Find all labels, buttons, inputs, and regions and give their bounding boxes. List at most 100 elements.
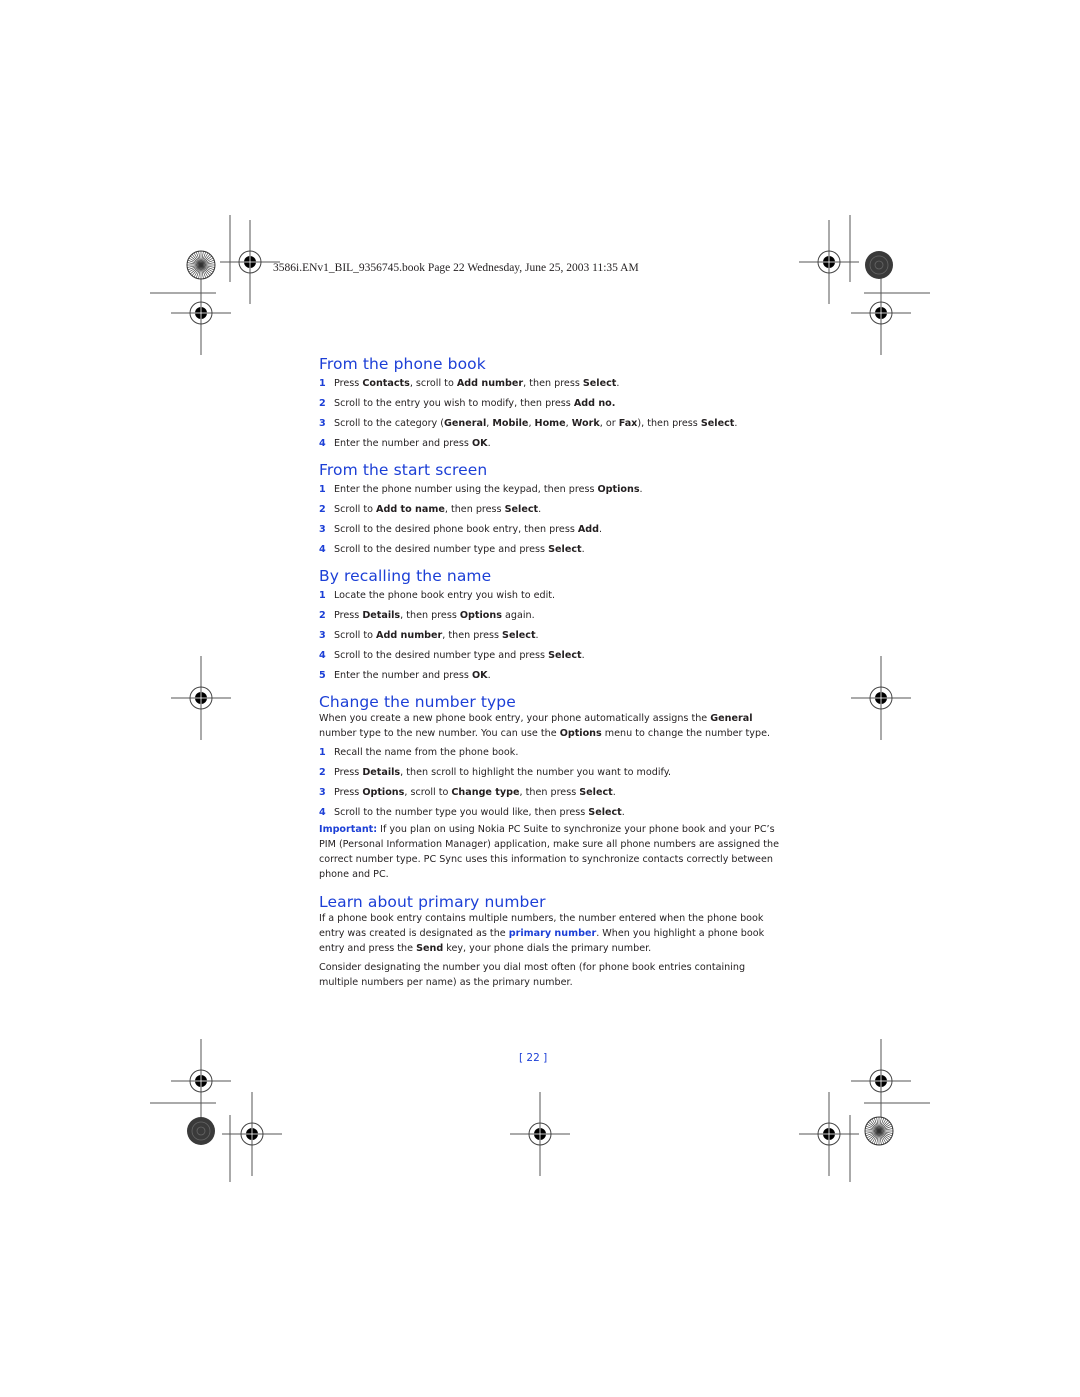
bold-term: Select <box>548 544 582 555</box>
solid-mark-bottom-left <box>187 1117 215 1145</box>
step-item: 1 Recall the name from the phone book. <box>319 743 779 763</box>
bold-term: Mobile <box>492 418 529 429</box>
text-run: ), then press <box>637 418 701 429</box>
bold-term: Add <box>577 524 600 535</box>
bold-term: Add no. <box>573 398 616 409</box>
step-number: 1 <box>319 747 326 759</box>
step-item: 2 Press Details, then scroll to highlight… <box>319 763 779 783</box>
paragraph: Consider designating the number you dial… <box>319 961 779 990</box>
step-list: 1 Enter the phone number using the keypad… <box>319 480 779 560</box>
step-item: 2 Press Details, then press Options again… <box>319 606 779 626</box>
bold-term: Change type <box>451 787 520 799</box>
section-heading: Learn about primary number <box>319 893 546 912</box>
bold-term: OK <box>471 438 488 449</box>
text-run: Scroll to the number type you would like… <box>334 807 589 819</box>
text-run: Scroll to <box>334 630 377 641</box>
text-run: , then press <box>444 504 505 515</box>
starburst-mark-bottom-right <box>864 1116 894 1146</box>
bold-term: Work <box>571 418 600 429</box>
step-item: 3 Press Options, scroll to Change type, t… <box>319 783 779 803</box>
text-run: When you create a new phone book entry, … <box>319 713 711 724</box>
section-change-number-type: Change the number type When you create a… <box>319 692 779 882</box>
text-run: . <box>612 787 616 799</box>
crosshair-mark <box>171 656 231 740</box>
crosshair-mark <box>220 220 280 304</box>
step-number: 2 <box>319 398 326 409</box>
text-run: , then press <box>400 610 460 621</box>
step-number: 2 <box>319 610 326 621</box>
step-number: 2 <box>319 504 326 515</box>
step-item: 3 Scroll to the category (General, Mobile… <box>319 414 779 434</box>
page-content: From the phone book 1 Press Contacts, scr… <box>319 354 779 991</box>
important-note: Important: If you plan on using Nokia PC… <box>319 823 779 882</box>
step-number: 4 <box>319 807 326 819</box>
crosshair-mark <box>851 271 911 355</box>
step-list: 1 Recall the name from the phone book. 2 Pr… <box>319 743 779 823</box>
step-number: 3 <box>319 418 326 429</box>
crosshair-mark <box>851 656 911 740</box>
step-item: 1 Locate the phone book entry you wish to… <box>319 586 779 606</box>
bold-term: Options <box>597 484 640 495</box>
text-run: . <box>621 807 625 819</box>
text-run: . <box>538 504 542 515</box>
text-run: , scroll to <box>404 787 452 799</box>
step-item: 5 Enter the number and press OK. <box>319 666 779 686</box>
bold-term: Home <box>534 418 566 429</box>
text-run: Scroll to the desired number type and pr… <box>334 650 549 661</box>
text-run: Press <box>334 787 363 799</box>
text-run: , then scroll to highlight the number yo… <box>400 767 672 779</box>
text-run: Enter the phone number using the keypad,… <box>334 484 598 495</box>
bold-term: Add to name <box>376 504 445 515</box>
bold-term: Select <box>502 630 536 641</box>
text-run: Enter the number and press <box>334 438 472 449</box>
text-run: Recall the name from the phone book. <box>334 747 519 759</box>
bold-term: Send <box>416 942 444 954</box>
section-from-phone-book: From the phone book 1 Press Contacts, scr… <box>319 354 779 454</box>
bold-term: Select <box>504 504 539 515</box>
step-number: 2 <box>319 767 326 779</box>
text-run: Scroll to the desired phone book entry, … <box>334 524 578 535</box>
page-number: [ 22 ] <box>519 1052 548 1064</box>
bold-term: Select <box>579 787 613 799</box>
text-run: Press <box>334 610 363 621</box>
step-number: 4 <box>319 650 326 661</box>
text-run: Press <box>334 767 363 779</box>
important-label: Important: <box>319 824 378 836</box>
text-run: . <box>487 438 491 449</box>
section-primary-number: Learn about primary number If a phone bo… <box>319 892 779 991</box>
step-number: 1 <box>319 378 326 389</box>
section-heading: From the phone book <box>319 355 486 373</box>
important-text: If you plan on using Nokia PC Suite to s… <box>319 824 780 880</box>
step-number: 3 <box>319 524 326 535</box>
text-run: again. <box>501 610 535 621</box>
text-run: key, your phone dials the primary number… <box>443 942 652 954</box>
step-item: 2 Scroll to Add to name, then press Selec… <box>319 500 779 520</box>
step-number: 4 <box>319 438 326 449</box>
step-item: 4 Scroll to the desired number type and p… <box>319 540 779 560</box>
step-number: 4 <box>319 544 326 555</box>
step-list: 1 Press Contacts, scroll to Add number, t… <box>319 374 779 454</box>
step-number: 3 <box>319 787 326 799</box>
bold-term: Fax <box>618 418 638 429</box>
bold-term: General <box>710 713 753 724</box>
step-item: 4 Scroll to the number type you would lik… <box>319 803 779 823</box>
bold-term: Select <box>582 378 617 389</box>
bold-term: Select <box>588 807 622 819</box>
text-run: , scroll to <box>409 378 457 389</box>
step-item: 4 Scroll to the desired number type and p… <box>319 646 779 666</box>
text-run: Scroll to the entry you wish to modify, … <box>334 398 574 409</box>
step-list: 1 Locate the phone book entry you wish to… <box>319 586 779 686</box>
text-run: Press <box>334 378 363 389</box>
bold-term: Details <box>362 610 401 621</box>
file-info-header: 3586i.ENv1_BIL_9356745.book Page 22 Wedn… <box>273 262 639 274</box>
text-run: number type to the new number. You can u… <box>319 727 560 739</box>
step-number: 5 <box>319 670 326 681</box>
step-item: 4 Enter the number and press OK. <box>319 434 779 454</box>
section-by-recalling-name: By recalling the name 1 Locate the phone … <box>319 566 779 686</box>
text-run: . <box>734 418 738 429</box>
text-run: , then press <box>442 630 503 641</box>
step-item: 1 Enter the phone number using the keypad… <box>319 480 779 500</box>
bold-term: Options <box>559 727 602 739</box>
text-run: . <box>581 544 585 555</box>
crosshair-mark <box>171 271 231 355</box>
